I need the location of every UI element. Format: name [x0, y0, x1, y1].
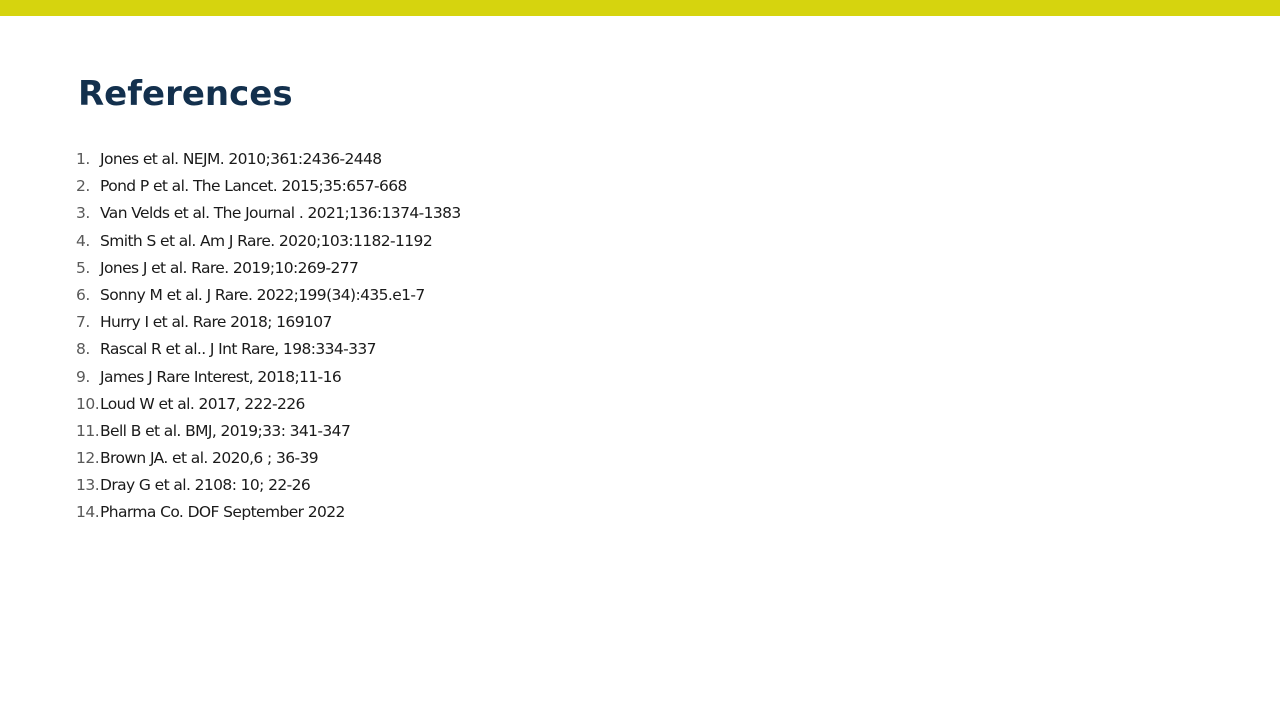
reference-item: 1. Jones et al. NEJM. 2010;361:2436-2448: [76, 146, 461, 173]
reference-number: 13.: [76, 476, 100, 495]
reference-list: 1. Jones et al. NEJM. 2010;361:2436-2448…: [76, 146, 461, 527]
reference-item: 11. Bell B et al. BMJ, 2019;33: 341-347: [76, 418, 461, 445]
reference-text: Van Velds et al. The Journal . 2021;136:…: [100, 204, 461, 223]
reference-text: James J Rare Interest, 2018;11-16: [100, 367, 342, 386]
accent-bar: [0, 0, 1280, 16]
reference-text: Pond P et al. The Lancet. 2015;35:657-66…: [100, 177, 407, 196]
reference-number: 5.: [76, 258, 90, 277]
reference-item: 3. Van Velds et al. The Journal . 2021;1…: [76, 200, 461, 227]
reference-number: 2.: [76, 177, 90, 196]
reference-item: 5. Jones J et al. Rare. 2019;10:269-277: [76, 255, 461, 282]
reference-item: 12. Brown JA. et al. 2020,6 ; 36-39: [76, 445, 461, 472]
reference-text: Brown JA. et al. 2020,6 ; 36-39: [100, 449, 319, 468]
reference-number: 6.: [76, 285, 90, 304]
reference-text: Dray G et al. 2108: 10; 22-26: [100, 476, 311, 495]
reference-item: 13. Dray G et al. 2108: 10; 22-26: [76, 472, 461, 499]
reference-text: Jones et al. NEJM. 2010;361:2436-2448: [100, 150, 382, 168]
slide: References 1. Jones et al. NEJM. 2010;36…: [0, 0, 1280, 720]
reference-text: Loud W et al. 2017, 222-226: [100, 394, 305, 413]
reference-item: 9. James J Rare Interest, 2018;11-16: [76, 364, 461, 391]
reference-text: Hurry I et al. Rare 2018; 169107: [100, 313, 332, 332]
reference-text: Smith S et al. Am J Rare. 2020;103:1182-…: [100, 231, 433, 250]
reference-number: 11.: [76, 421, 100, 440]
reference-text: Sonny M et al. J Rare. 2022;199(34):435.…: [100, 285, 425, 304]
reference-text: Pharma Co. DOF September 2022: [100, 503, 345, 522]
reference-number: 4.: [76, 231, 90, 250]
reference-number: 12.: [76, 449, 100, 468]
reference-number: 1.: [76, 150, 90, 168]
reference-item: 4. Smith S et al. Am J Rare. 2020;103:11…: [76, 228, 461, 255]
reference-item: 14. Pharma Co. DOF September 2022: [76, 499, 461, 526]
reference-text: Jones J et al. Rare. 2019;10:269-277: [100, 258, 359, 277]
slide-title: References: [78, 74, 293, 114]
reference-number: 10.: [76, 394, 100, 413]
reference-text: Rascal R et al.. J Int Rare, 198:334-337: [100, 340, 377, 359]
reference-number: 14.: [76, 503, 100, 522]
reference-number: 9.: [76, 367, 90, 386]
reference-item: 2. Pond P et al. The Lancet. 2015;35:657…: [76, 173, 461, 200]
reference-item: 7. Hurry I et al. Rare 2018; 169107: [76, 309, 461, 336]
reference-item: 10. Loud W et al. 2017, 222-226: [76, 391, 461, 418]
reference-item: 8. Rascal R et al.. J Int Rare, 198:334-…: [76, 336, 461, 363]
reference-number: 7.: [76, 313, 90, 332]
reference-number: 3.: [76, 204, 90, 223]
reference-item: 6. Sonny M et al. J Rare. 2022;199(34):4…: [76, 282, 461, 309]
reference-number: 8.: [76, 340, 90, 359]
reference-text: Bell B et al. BMJ, 2019;33: 341-347: [100, 421, 351, 440]
